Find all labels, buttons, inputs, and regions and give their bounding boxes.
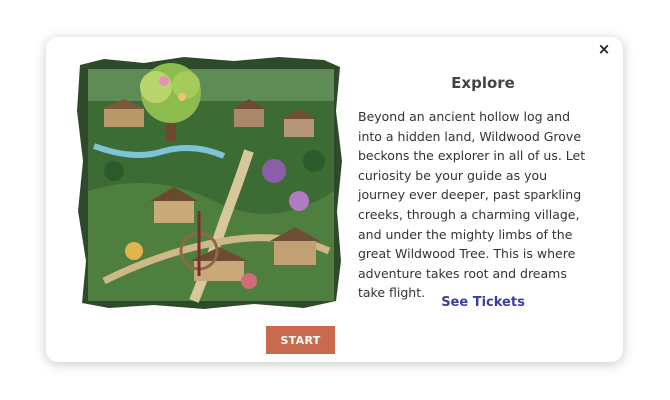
- close-icon[interactable]: ×: [596, 41, 612, 57]
- see-tickets-link[interactable]: See Tickets: [358, 295, 608, 310]
- start-button[interactable]: START: [266, 326, 335, 354]
- explore-modal: × Explore Beyond an ancient hollow log a…: [46, 37, 623, 362]
- modal-title: Explore: [451, 74, 515, 92]
- modal-description: Beyond an ancient hollow log and into a …: [358, 109, 586, 301]
- park-concept-image: [74, 51, 344, 315]
